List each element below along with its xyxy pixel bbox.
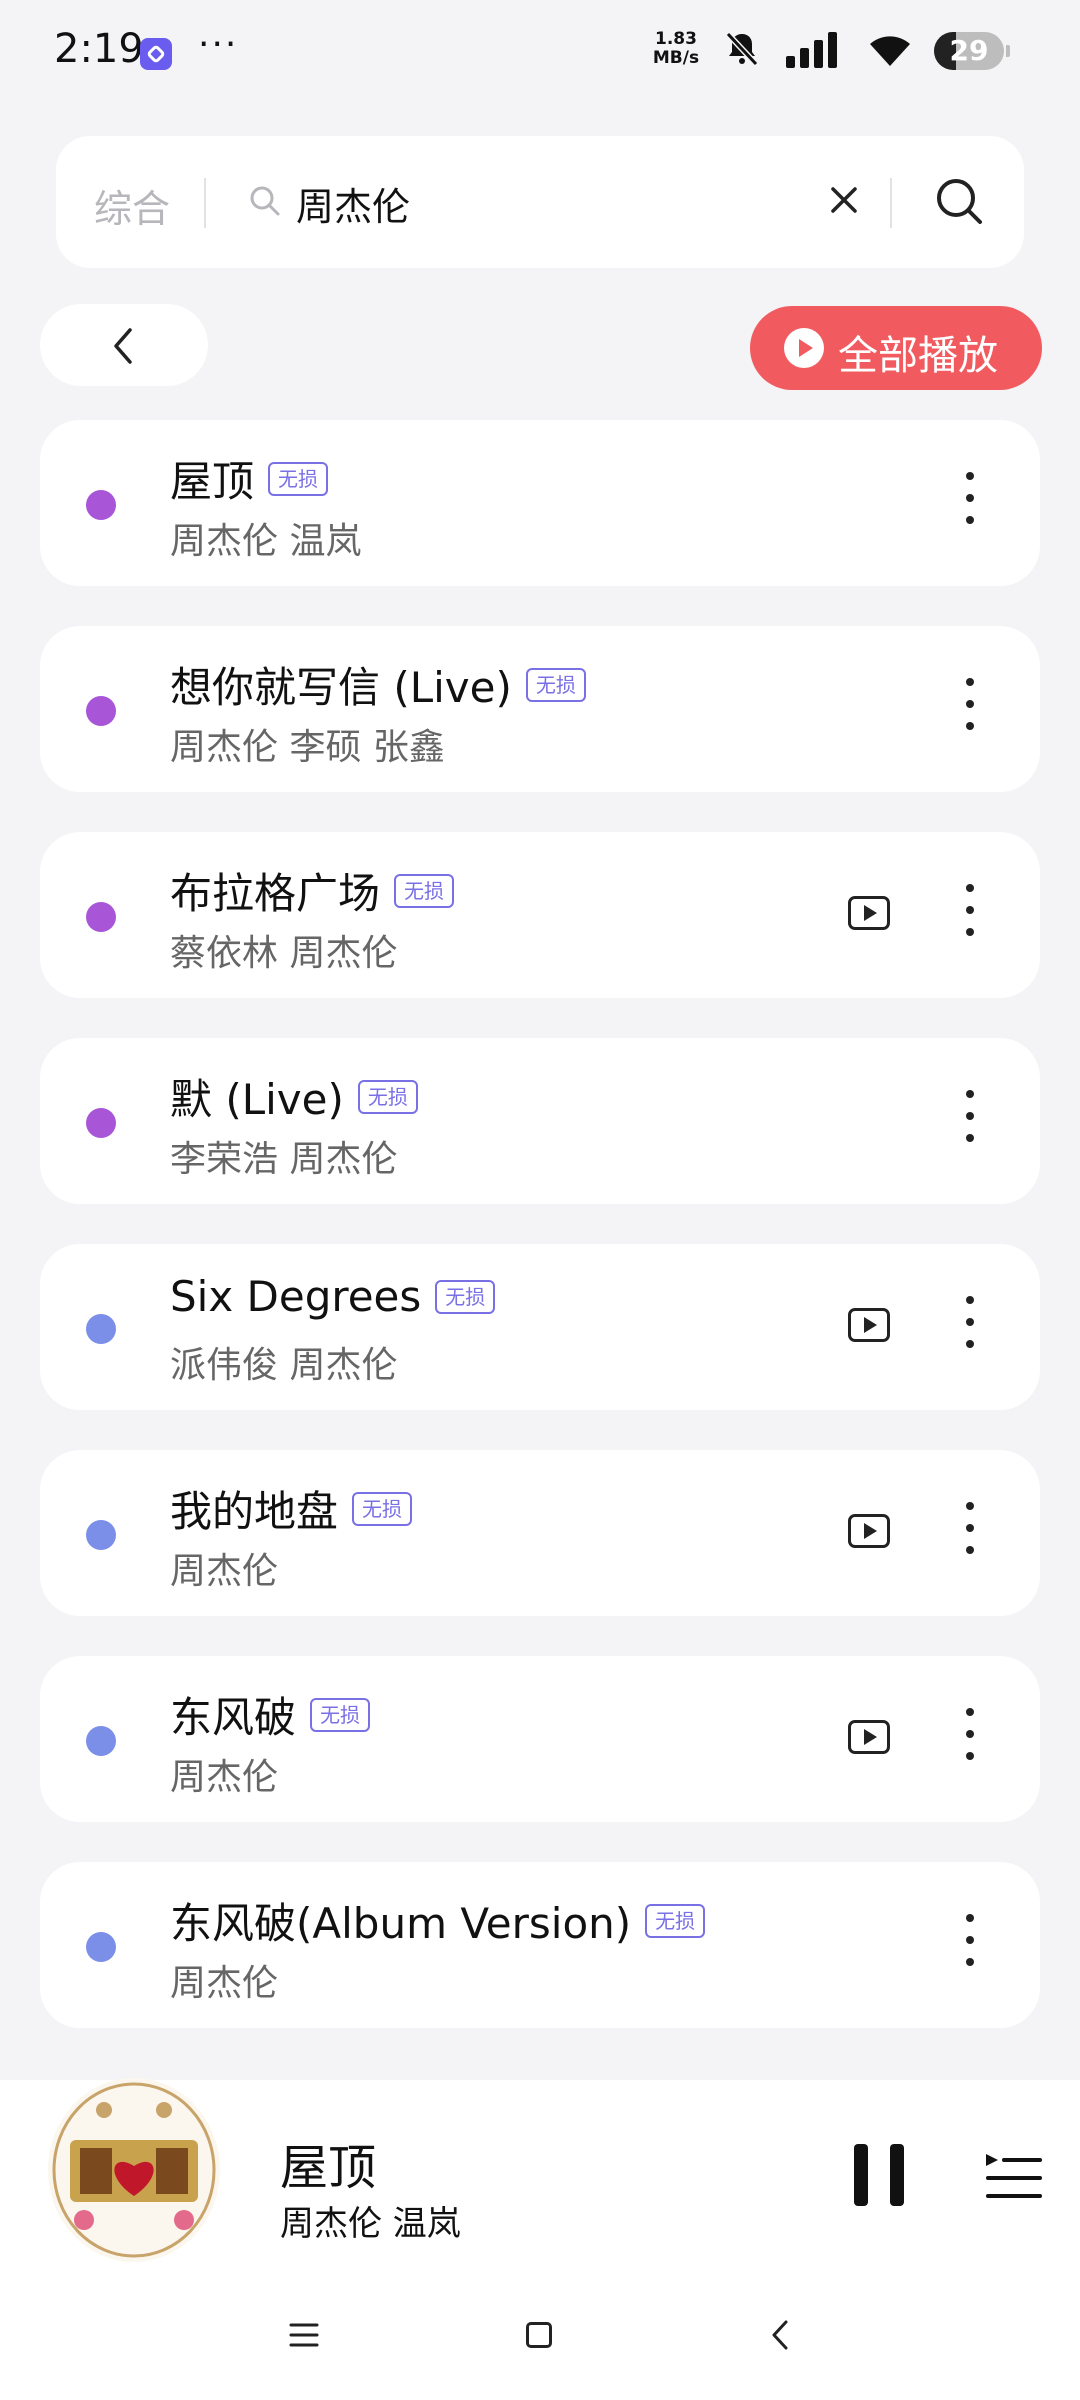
lossless-badge: 无损 [268,461,329,496]
song-title-row: 东风破(Album Version) 无损 [170,1890,706,1951]
album-cover[interactable] [44,2070,224,2270]
mini-player[interactable]: 屋顶 周杰伦 温岚 [0,2078,1080,2280]
more-options-icon[interactable] [966,1502,974,1562]
song-item[interactable]: 东风破 无损 周杰伦 [40,1656,1040,1822]
clear-search-icon[interactable] [826,182,862,218]
recent-apps-icon[interactable] [288,2320,320,2350]
song-title: 默 (Live) [170,1075,344,1124]
more-options-icon[interactable] [966,1296,974,1356]
divider [204,178,206,228]
song-title-row: 屋顶 无损 [170,448,329,509]
status-time: 2:19 [54,26,144,72]
lossless-badge: 无损 [435,1279,496,1314]
song-title-row: 想你就写信 (Live) 无损 [170,654,586,715]
song-item[interactable]: 东风破(Album Version) 无损周杰伦 [40,1862,1040,2028]
song-artist: 周杰伦 [170,1963,279,2004]
song-title: 东风破(Album Version) [170,1899,632,1948]
search-input[interactable]: 周杰伦 [296,176,410,231]
song-status-dot [86,1932,116,1962]
song-artist: 周杰伦 [170,1757,279,1798]
song-status-dot [86,902,116,932]
more-options-icon[interactable] [966,1914,974,1974]
play-all-button[interactable]: 全部播放 [750,306,1042,390]
song-title-row: 东风破 无损 [170,1684,371,1745]
song-title: Six Degrees [170,1272,422,1321]
chevron-left-icon [114,328,132,364]
song-item[interactable]: Six Degrees 无损派伟俊 周杰伦 [40,1244,1040,1410]
song-artist: 周杰伦 温岚 [170,521,362,562]
play-circle-icon [784,328,824,368]
song-status-dot [86,490,116,520]
song-artist: 派伟俊 周杰伦 [170,1345,398,1386]
song-item[interactable]: 布拉格广场 无损蔡依林 周杰伦 [40,832,1040,998]
app-notification-icon [140,38,172,70]
lossless-badge: 无损 [645,1903,706,1938]
song-title: 想你就写信 (Live) [170,663,512,712]
song-artist: 蔡依林 周杰伦 [170,933,398,974]
wifi-icon [870,36,910,66]
lossless-badge: 无损 [352,1491,413,1526]
song-item[interactable]: 默 (Live) 无损李荣浩 周杰伦 [40,1038,1040,1204]
lossless-badge: 无损 [310,1697,371,1732]
song-artist: 李荣浩 周杰伦 [170,1139,398,1180]
divider [890,178,892,228]
mute-bell-icon [725,31,759,67]
more-options-icon[interactable] [966,1708,974,1768]
more-options-icon[interactable] [966,678,974,738]
song-artist: 周杰伦 李硕 张鑫 [170,727,445,768]
playlist-queue-icon[interactable] [984,2150,1042,2206]
song-status-dot [86,696,116,726]
song-status-dot [86,1314,116,1344]
now-playing-artist: 周杰伦 温岚 [280,2204,461,2244]
search-category-selector[interactable]: 综合 [94,178,170,233]
back-nav-icon[interactable] [768,2318,792,2352]
home-icon[interactable] [526,2322,552,2348]
song-status-dot [86,1520,116,1550]
lossless-badge: 无损 [394,873,455,908]
music-video-icon[interactable] [848,1720,890,1754]
search-bar: 综合 周杰伦 [56,136,1024,268]
battery-indicator: 29 [934,32,1010,70]
cell-signal-icon [786,32,837,68]
more-options-icon[interactable] [966,1090,974,1150]
music-video-icon[interactable] [848,1514,890,1548]
song-title: 布拉格广场 [170,869,381,918]
song-title: 我的地盘 [170,1487,339,1536]
song-title-row: 默 (Live) 无损 [170,1066,418,1127]
song-status-dot [86,1108,116,1138]
lossless-badge: 无损 [357,1079,418,1114]
network-speed: 1.83 MB/s [646,30,706,68]
song-status-dot [86,1726,116,1756]
song-item[interactable]: 我的地盘 无损周杰伦 [40,1450,1040,1616]
search-button[interactable] [932,174,988,230]
song-title-row: 我的地盘 无损 [170,1478,413,1539]
network-speed-value: 1.83 [655,29,697,49]
system-navigation-bar [0,2280,1080,2400]
back-button[interactable] [40,304,208,386]
more-options-icon[interactable] [966,884,974,944]
now-playing-title: 屋顶 [280,2140,377,2196]
song-artist: 周杰伦 [170,1551,279,1592]
search-icon [250,186,280,216]
song-title: 东风破 [170,1693,297,1742]
more-notifications-icon: ··· [198,24,239,65]
lossless-badge: 无损 [525,667,586,702]
song-title-row: 布拉格广场 无损 [170,860,455,921]
song-item[interactable]: 想你就写信 (Live) 无损周杰伦 李硕 张鑫 [40,626,1040,792]
song-title: 屋顶 [170,457,255,506]
play-all-label: 全部播放 [838,333,998,379]
status-bar: 2:19 ··· 1.83 MB/s 29 [0,0,1080,100]
pause-button[interactable] [852,2144,906,2206]
music-video-icon[interactable] [848,896,890,930]
music-video-icon[interactable] [848,1308,890,1342]
song-item[interactable]: 屋顶 无损周杰伦 温岚 [40,420,1040,586]
song-title-row: Six Degrees 无损 [170,1272,496,1321]
network-speed-unit: MB/s [652,48,700,68]
more-options-icon[interactable] [966,472,974,532]
